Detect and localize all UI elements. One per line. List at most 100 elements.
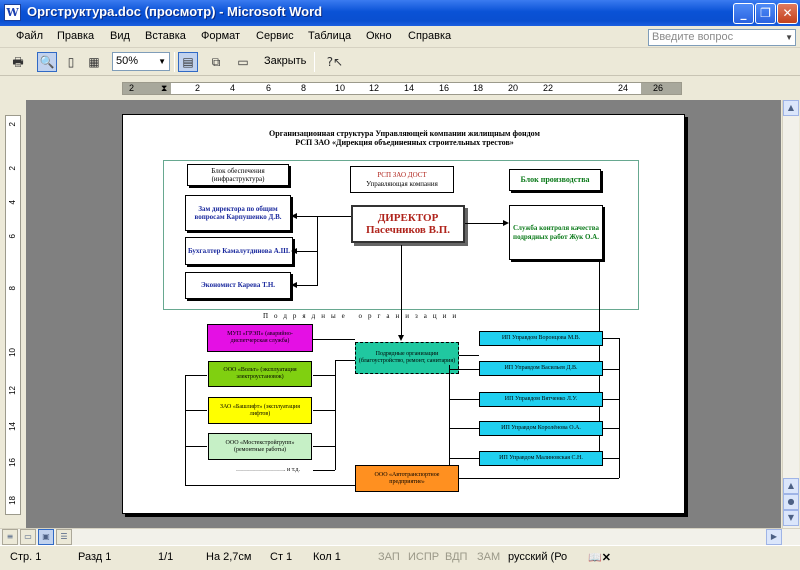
diagram-title: Организационная структура Управляющей ко… xyxy=(123,129,686,147)
menu-edit[interactable]: Правка xyxy=(57,30,94,42)
status-overtype[interactable]: ЗАМ xyxy=(477,551,500,563)
toolbar-separator xyxy=(314,52,315,72)
ruler-number: 6 xyxy=(266,83,272,93)
etc-label: ……………………. и т.д. xyxy=(236,467,300,473)
status-record[interactable]: ЗАП xyxy=(378,551,400,563)
ruler-number: 2 xyxy=(8,166,17,171)
menu-window[interactable]: Окно xyxy=(366,30,392,42)
print-layout-icon[interactable]: ▣ xyxy=(38,529,54,545)
menu-tools[interactable]: Сервис xyxy=(256,30,294,42)
horizontal-ruler[interactable]: 2 ⧗ 2 4 6 8 10 12 14 16 18 20 22 24 26 xyxy=(122,82,682,95)
connector-line xyxy=(449,458,479,459)
arrow-right-icon xyxy=(503,220,509,226)
arrow-left-icon xyxy=(291,282,297,288)
diagram-title-line1: Организационная структура Управляющей ко… xyxy=(269,129,540,138)
web-view-icon[interactable]: ▭ xyxy=(20,529,36,545)
magnifier-icon[interactable]: 🔍 xyxy=(37,52,57,72)
word-app-icon[interactable]: W xyxy=(4,4,21,21)
spelling-check-icon[interactable]: 📖✕ xyxy=(588,551,611,564)
connector-line xyxy=(449,428,479,429)
ruler-number: 12 xyxy=(369,83,380,93)
vertical-ruler[interactable]: 2 2 4 6 8 10 12 14 16 18 xyxy=(5,115,21,515)
menu-format[interactable]: Формат xyxy=(201,30,240,42)
chevron-down-icon[interactable]: ▼ xyxy=(785,30,793,45)
status-track[interactable]: ИСПР xyxy=(408,551,439,563)
restore-button[interactable]: ❐ xyxy=(755,3,776,24)
status-section: Разд 1 xyxy=(78,551,112,563)
window-title: Оргструктура.doc (просмотр) - Microsoft … xyxy=(27,4,323,19)
close-window-button[interactable]: ✕ xyxy=(777,3,798,24)
connector-line xyxy=(459,355,479,356)
status-page: Стр. 1 xyxy=(10,551,42,563)
connector-line xyxy=(185,485,355,486)
connector-line xyxy=(449,399,479,400)
connector-line xyxy=(335,360,355,361)
multiple-pages-icon[interactable]: ▦ xyxy=(84,52,104,72)
ruler-number: 10 xyxy=(8,348,17,357)
arrow-left-icon xyxy=(291,213,297,219)
status-line: Ст 1 xyxy=(270,551,293,563)
ruler-number: 8 xyxy=(8,286,17,291)
chevron-down-icon[interactable]: ▼ xyxy=(158,53,166,70)
shrink-to-fit-icon[interactable]: ⧉ xyxy=(206,52,226,72)
connector-line xyxy=(603,399,619,400)
menu-file[interactable]: Файл xyxy=(16,30,43,42)
ruler-number: 26 xyxy=(653,83,664,93)
ruler-number: 2 xyxy=(129,83,135,93)
toolbar-separator xyxy=(174,52,175,72)
status-language: русский (Ро xyxy=(508,551,568,563)
connector-line xyxy=(185,446,207,447)
ruler-number: 18 xyxy=(473,83,484,93)
menu-insert[interactable]: Вставка xyxy=(145,30,186,42)
full-screen-icon[interactable]: ▭ xyxy=(233,52,253,72)
title-bar[interactable]: W Оргструктура.doc (просмотр) - Microsof… xyxy=(0,0,800,26)
document-page[interactable]: Организационная структура Управляющей ко… xyxy=(122,114,685,514)
menu-view[interactable]: Вид xyxy=(110,30,130,42)
connector-line xyxy=(449,369,479,370)
horizontal-scrollbar[interactable]: ≡ ▭ ▣ ☰ ▶ xyxy=(0,528,800,545)
status-pages: 1/1 xyxy=(158,551,174,563)
connector-line xyxy=(465,223,507,224)
menu-table[interactable]: Таблица xyxy=(308,30,351,42)
select-browse-object-icon[interactable]: ● xyxy=(783,494,799,510)
arrow-down-icon xyxy=(398,335,404,341)
supply-block-box: Блок обеспечения (инфраструктура) xyxy=(187,164,289,186)
scroll-up-icon[interactable]: ▲ xyxy=(783,100,799,116)
print-icon[interactable]: 🖶 xyxy=(8,52,28,72)
mup-grep-box: МУП «ГРЭП» (аварийно-диспетчерская служб… xyxy=(207,324,313,352)
economist-box: Экономист Карева Т.Н. xyxy=(185,272,291,299)
zoom-value: 50% xyxy=(116,55,139,67)
menu-help[interactable]: Справка xyxy=(408,30,451,42)
subcontractors-box: Подрядные организации (благоустройство, … xyxy=(355,342,459,374)
ip-vorontsova-box: ИП Управдом Воронцова М.В. xyxy=(479,331,603,346)
ruler-number: 14 xyxy=(404,83,415,93)
view-ruler-icon[interactable]: ▤ xyxy=(178,52,198,72)
normal-view-icon[interactable]: ≡ xyxy=(2,529,18,545)
bashlift-box: ЗАО «Башлифт» (эксплуатация лифтов) xyxy=(208,397,312,424)
connector-line xyxy=(185,375,186,485)
status-bar: Стр. 1 Разд 1 1/1 На 2,7см Ст 1 Кол 1 ЗА… xyxy=(0,545,800,570)
vertical-scrollbar[interactable]: ▲ ▲ ● ▼ xyxy=(782,100,799,528)
zoom-select[interactable]: 50% ▼ xyxy=(112,52,170,71)
ruler-number: 6 xyxy=(8,234,17,239)
close-preview-button[interactable]: Закрыть xyxy=(264,55,306,67)
one-page-icon[interactable]: ▯ xyxy=(61,52,81,72)
context-help-icon[interactable]: ?↖ xyxy=(320,52,350,72)
scroll-page-up-icon[interactable]: ▲ xyxy=(783,478,799,494)
director-name: Пасечников В.П. xyxy=(365,224,451,236)
connector-line xyxy=(449,365,450,478)
connector-line xyxy=(603,458,619,459)
scroll-right-icon[interactable]: ▶ xyxy=(766,529,782,545)
outline-view-icon[interactable]: ☰ xyxy=(56,529,72,545)
status-extend[interactable]: ВДП xyxy=(445,551,467,563)
minimize-button[interactable]: _ xyxy=(733,3,754,24)
ruler-number: 20 xyxy=(508,83,519,93)
connector-line xyxy=(335,360,336,470)
ruler-indent-marker[interactable]: ⧗ xyxy=(161,83,167,94)
ask-question-input[interactable]: Введите вопрос ▼ xyxy=(648,29,796,46)
connector-line xyxy=(603,338,619,339)
ruler-number: 12 xyxy=(8,386,17,395)
connector-line xyxy=(459,478,619,479)
diagram-title-line2: РСП ЗАО «Дирекция объединенных строитель… xyxy=(295,138,514,147)
scroll-page-down-icon[interactable]: ▼ xyxy=(783,510,799,526)
